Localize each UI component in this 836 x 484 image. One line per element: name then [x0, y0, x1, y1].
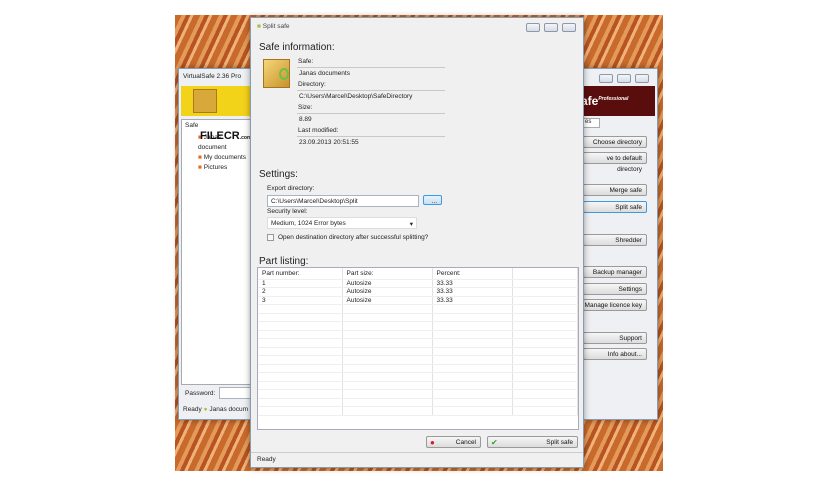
- dialog-maximize-button[interactable]: [544, 23, 558, 32]
- safe-icon: [263, 59, 290, 88]
- settings-heading: Settings:: [259, 169, 298, 180]
- col-part-number[interactable]: Part number:: [258, 268, 343, 280]
- table-row[interactable]: 2 Autosize 33.33: [258, 287, 578, 297]
- cancel-icon: ●: [430, 438, 435, 447]
- password-label: Password:: [185, 390, 216, 397]
- dialog-status-bar: Ready: [251, 452, 583, 467]
- size-label: Size:: [298, 104, 313, 111]
- main-window-title: VirtualSafe 2.36 Pro: [183, 73, 242, 80]
- dropdown-arrow-icon: ▾: [409, 221, 413, 228]
- dialog-minimize-button[interactable]: [526, 23, 540, 32]
- table-header: Part number: Part size: Percent:: [258, 268, 578, 280]
- split-safe-dialog: ■ Split safe Safe information: Safe: Jan…: [250, 17, 584, 468]
- brand-sup: Professional: [598, 96, 629, 102]
- dialog-title: ■ Split safe: [257, 23, 290, 30]
- col-empty: [512, 268, 578, 280]
- modified-label: Last modified:: [298, 127, 339, 134]
- tree-item[interactable]: ■ My documents: [198, 153, 250, 163]
- browse-button[interactable]: ...: [423, 195, 442, 205]
- close-button[interactable]: [635, 74, 649, 83]
- open-directory-checkbox[interactable]: [267, 234, 274, 241]
- backup-manager-button[interactable]: Backup manager: [583, 266, 647, 278]
- table-row[interactable]: 1 Autosize 33.33: [258, 279, 578, 288]
- open-directory-label: Open destination directory after success…: [278, 234, 429, 241]
- support-button[interactable]: Support: [583, 332, 647, 344]
- export-label: Export directory:: [267, 185, 315, 192]
- safe-tree[interactable]: Safe ■ Janas document ■ My documents ■ P…: [181, 119, 251, 385]
- part-table[interactable]: Part number: Part size: Percent: 1 Autosize…: [257, 267, 579, 430]
- info-about-button[interactable]: Info about...: [583, 348, 647, 360]
- main-status: Ready ● Janas docum: [183, 406, 249, 413]
- security-level-select[interactable]: Medium, 1024 Error bytes ▾: [267, 217, 417, 229]
- check-icon: ✔: [491, 438, 498, 447]
- safe-value: Janas documents: [297, 67, 445, 79]
- tab-safes[interactable]: es: [582, 118, 600, 128]
- safe-label: Safe:: [298, 58, 314, 65]
- minimize-button[interactable]: [599, 74, 613, 83]
- shredder-button[interactable]: Shredder: [583, 234, 647, 246]
- dialog-close-button[interactable]: [562, 23, 576, 32]
- default-directory-button[interactable]: ve to default directory: [583, 152, 647, 173]
- col-part-size[interactable]: Part size:: [342, 268, 433, 280]
- watermark: FILECR.com: [200, 130, 252, 142]
- split-safe-confirm-button[interactable]: ✔ Split safe: [487, 436, 578, 448]
- split-safe-button[interactable]: Split safe: [583, 201, 647, 213]
- tree-item[interactable]: ■ Pictures: [198, 163, 250, 173]
- brand-banner: afeProfessional: [579, 86, 655, 116]
- safe-logo-icon: [193, 89, 217, 113]
- security-label: Security level:: [267, 208, 308, 215]
- directory-value: C:\Users\Marcel\Desktop\SafeDirectory: [297, 90, 445, 102]
- choose-directory-button[interactable]: Choose directory: [583, 136, 647, 148]
- table-row[interactable]: 3 Autosize 33.33: [258, 296, 578, 305]
- safe-info-heading: Safe information:: [259, 42, 335, 53]
- directory-label: Directory:: [298, 81, 326, 88]
- cancel-button[interactable]: ● Cancel: [426, 436, 481, 448]
- modified-value: 23.09.2013 20:51:55: [297, 136, 445, 148]
- logo-banner: [181, 86, 251, 116]
- part-listing-heading: Part listing:: [259, 256, 309, 267]
- manage-licence-button[interactable]: Manage licence key: [583, 299, 647, 311]
- export-directory-input[interactable]: C:\Users\Marcel\Desktop\Split: [267, 195, 419, 207]
- maximize-button[interactable]: [617, 74, 631, 83]
- password-input[interactable]: [219, 387, 251, 399]
- merge-safe-button[interactable]: Merge safe: [583, 184, 647, 196]
- size-value: 8.89: [297, 113, 445, 125]
- settings-button[interactable]: Settings: [583, 283, 647, 295]
- col-percent[interactable]: Percent:: [432, 268, 513, 280]
- tree-root[interactable]: Safe: [185, 122, 198, 129]
